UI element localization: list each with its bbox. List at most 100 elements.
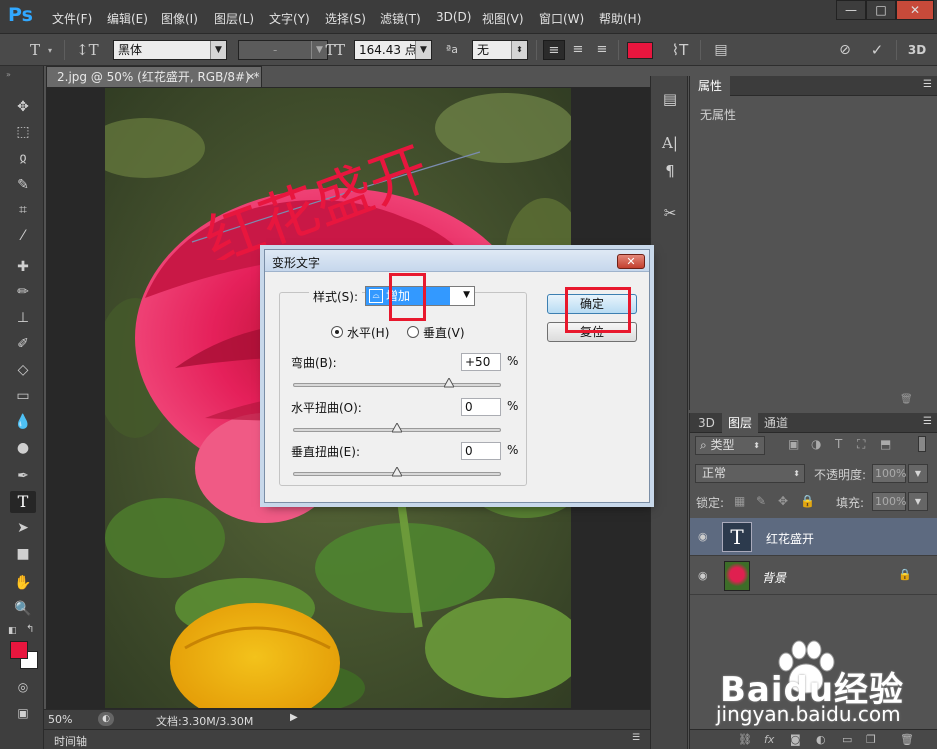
dialog-title-bar[interactable]: 变形文字 — [265, 250, 649, 272]
bend-slider-track[interactable] — [293, 383, 501, 387]
link-layers-icon[interactable]: ⛓ — [738, 733, 752, 746]
chevron-down-icon[interactable]: ▾ — [48, 46, 52, 55]
opacity-field[interactable]: 100% — [872, 464, 906, 483]
menu-help[interactable]: 帮助(H) — [599, 10, 641, 27]
panel-menu-icon[interactable]: ☰ — [923, 416, 932, 427]
eyedropper-tool-icon[interactable]: ⁄ — [10, 225, 36, 247]
bend-slider-thumb[interactable] — [444, 378, 454, 388]
filter-type-icon[interactable]: T — [835, 437, 842, 451]
horizontal-label[interactable]: 水平(H) — [347, 324, 389, 341]
brush-tool-icon[interactable]: ✏ — [10, 281, 36, 303]
default-colors-icon[interactable]: ◧ — [8, 626, 17, 636]
swap-colors-icon[interactable]: ↰ — [26, 624, 34, 635]
antialias-select[interactable]: 无 ⬍ — [472, 40, 528, 60]
marquee-tool-icon[interactable]: ⬚ — [10, 121, 36, 143]
tab-properties[interactable]: 属性 — [690, 76, 731, 96]
layer-row-text[interactable]: ◉ T 红花盛开 — [690, 518, 937, 556]
horizontal-distortion-slider-thumb[interactable] — [392, 423, 402, 433]
gradient-tool-icon[interactable]: ▭ — [10, 385, 36, 407]
panel-menu-icon[interactable]: ☰ — [632, 733, 640, 743]
align-left-icon[interactable]: ≡ — [543, 40, 565, 60]
lock-transparency-icon[interactable]: ▦ — [734, 494, 745, 508]
menu-file[interactable]: 文件(F) — [52, 10, 92, 27]
history-brush-tool-icon[interactable]: ✐ — [10, 333, 36, 355]
text-color-swatch[interactable] — [627, 42, 653, 59]
horizontal-distortion-input[interactable]: 0 — [461, 398, 501, 416]
font-family-select[interactable]: 黑体 ▼ — [113, 40, 227, 60]
adjustment-layer-icon[interactable]: ◐ — [816, 733, 826, 746]
layer-name[interactable]: 红花盛开 — [766, 530, 814, 547]
menu-edit[interactable]: 编辑(E) — [107, 10, 148, 27]
type-tool-preset-icon[interactable]: T — [24, 40, 46, 60]
eye-icon[interactable]: ◉ — [698, 569, 714, 583]
tool-presets-icon[interactable]: ✂ — [658, 202, 682, 224]
menu-3d[interactable]: 3D(D) — [436, 10, 471, 24]
bend-input[interactable]: +50 — [461, 353, 501, 371]
move-tool-icon[interactable]: ✥ — [10, 96, 36, 118]
character-panel-icon[interactable]: ▤ — [710, 40, 732, 60]
filter-smart-object-icon[interactable]: ⬒ — [880, 437, 891, 451]
screen-mode-icon[interactable]: ▣ — [10, 702, 36, 724]
layer-name[interactable]: 背景 — [762, 569, 786, 586]
horizontal-radio[interactable] — [331, 326, 343, 338]
minimize-button[interactable]: — — [836, 0, 866, 20]
clone-stamp-tool-icon[interactable]: ⊥ — [10, 307, 36, 329]
timeline-label[interactable]: 时间轴 — [54, 733, 87, 749]
layer-filter-select[interactable]: ⌕ 类型 ⬍ — [695, 436, 765, 455]
zoom-level[interactable]: 50% — [48, 713, 72, 726]
new-layer-icon[interactable]: ❐ — [866, 733, 876, 746]
history-panel-icon[interactable]: ▤ — [658, 88, 682, 110]
commit-edit-icon[interactable]: ✓ — [866, 40, 888, 60]
vertical-distortion-slider-thumb[interactable] — [392, 467, 402, 477]
quick-select-tool-icon[interactable]: ✎ — [10, 174, 36, 196]
fill-field[interactable]: 100% — [872, 492, 906, 511]
type-tool-icon[interactable]: T — [10, 491, 36, 513]
tab-layers[interactable]: 图层 — [722, 413, 759, 433]
filter-shape-icon[interactable]: ⛶ — [857, 437, 865, 452]
menu-select[interactable]: 选择(S) — [325, 10, 366, 27]
tab-channels[interactable]: 通道 — [758, 413, 794, 433]
3d-mode-icon[interactable]: 3D — [906, 40, 928, 60]
warped-text-layer[interactable]: 红花盛开 — [180, 80, 500, 260]
menu-window[interactable]: 窗口(W) — [539, 10, 584, 27]
vertical-radio[interactable] — [407, 326, 419, 338]
menu-filter[interactable]: 滤镜(T) — [380, 10, 421, 27]
quick-mask-icon[interactable]: ◎ — [10, 676, 36, 698]
hand-tool-icon[interactable]: ✋ — [10, 572, 36, 594]
filter-toggle[interactable] — [918, 436, 926, 452]
eye-icon[interactable]: ◉ — [698, 530, 714, 544]
layer-style-icon[interactable]: fx — [764, 733, 774, 746]
filter-pixel-icon[interactable]: ▣ — [788, 437, 799, 451]
font-size-select[interactable]: 164.43 点 ▼ — [354, 40, 432, 60]
healing-brush-tool-icon[interactable]: ✚ — [10, 256, 36, 278]
foreground-color-swatch[interactable] — [10, 641, 28, 659]
info-icon[interactable]: ◐ — [98, 712, 114, 726]
menu-image[interactable]: 图像(I) — [161, 10, 198, 27]
cancel-edit-icon[interactable]: ⊘ — [834, 40, 856, 60]
maximize-button[interactable]: □ — [866, 0, 896, 20]
panel-menu-icon[interactable]: ☰ — [923, 79, 932, 90]
chevron-down-icon[interactable]: ▼ — [908, 492, 928, 511]
dialog-close-button[interactable]: ✕ — [617, 254, 645, 269]
crop-tool-icon[interactable]: ⌗ — [10, 199, 36, 221]
font-style-select[interactable]: - ▼ — [238, 40, 328, 60]
toggle-orientation-icon[interactable]: ↕T — [76, 40, 99, 60]
path-select-tool-icon[interactable]: ➤ — [10, 517, 36, 539]
layer-row-background[interactable]: ◉ 背景 🔒 — [690, 557, 937, 595]
blend-mode-select[interactable]: 正常 ⬍ — [695, 464, 805, 483]
lasso-tool-icon[interactable]: ჲ — [10, 147, 36, 169]
pen-tool-icon[interactable]: ✒ — [10, 465, 36, 487]
collapse-icon[interactable]: » — [6, 70, 11, 79]
align-right-icon[interactable]: ≡ — [591, 40, 613, 60]
eraser-tool-icon[interactable]: ◇ — [10, 359, 36, 381]
paragraph-panel-icon[interactable]: ¶ — [658, 160, 682, 182]
tab-3d[interactable]: 3D — [692, 413, 721, 433]
character-panel-icon[interactable]: A| — [658, 132, 682, 154]
menu-layer[interactable]: 图层(L) — [214, 10, 254, 27]
trash-icon[interactable]: 🗑 — [900, 733, 914, 746]
add-mask-icon[interactable]: ◙ — [790, 733, 801, 746]
menu-view[interactable]: 视图(V) — [482, 10, 524, 27]
lock-all-icon[interactable]: 🔒 — [800, 494, 815, 508]
vertical-distortion-input[interactable]: 0 — [461, 442, 501, 460]
chevron-right-icon[interactable]: ▶ — [290, 712, 298, 723]
